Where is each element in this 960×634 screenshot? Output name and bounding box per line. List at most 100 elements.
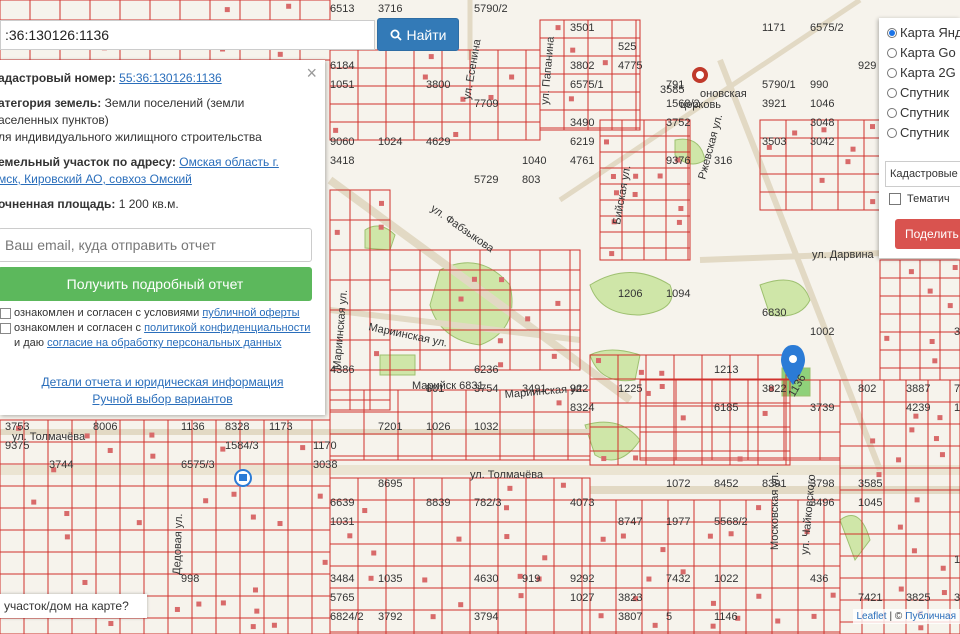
building xyxy=(676,219,682,225)
parcel-number: 1136 xyxy=(181,421,205,433)
building xyxy=(762,410,768,416)
building xyxy=(300,445,306,451)
building xyxy=(632,191,638,197)
search-button[interactable]: Найти xyxy=(377,18,459,51)
building xyxy=(271,622,277,628)
manual-selection-link[interactable]: Ручной выбор вариантов xyxy=(0,392,325,406)
parcel-number: 3418 xyxy=(330,155,354,167)
parcel-number: 3800 xyxy=(426,79,450,91)
layer-radio[interactable] xyxy=(887,87,897,98)
search-box[interactable] xyxy=(0,20,375,50)
parcel-number: 7432 xyxy=(666,573,690,585)
parcel-number: 6575/3 xyxy=(181,459,215,471)
layer-option[interactable]: Спутник xyxy=(887,105,949,120)
layer-radio[interactable] xyxy=(887,107,897,118)
parcel-number: 4761 xyxy=(570,155,594,167)
building xyxy=(453,131,459,137)
layer-option[interactable]: Спутник xyxy=(887,125,949,140)
building xyxy=(609,251,615,257)
area-row: очненная площадь: 1 200 кв.м. xyxy=(0,196,308,213)
land-category-row: атегория земель: Земли поселений (земли xyxy=(0,95,308,112)
building xyxy=(678,206,684,212)
building xyxy=(896,457,902,463)
building xyxy=(652,622,658,628)
bus-stop-icon xyxy=(234,469,252,487)
layer-radio[interactable] xyxy=(887,67,897,78)
parcel-number: 7201 xyxy=(378,421,402,433)
building xyxy=(374,351,380,357)
parcel-number: 1170 xyxy=(313,440,337,452)
close-icon[interactable]: × xyxy=(306,63,317,84)
building xyxy=(422,577,428,583)
share-button[interactable]: Поделить xyxy=(895,219,960,249)
building xyxy=(756,505,762,511)
building xyxy=(570,47,576,53)
public-offer-link[interactable]: публичной оферты xyxy=(202,307,299,319)
layer-radio[interactable] xyxy=(887,47,897,58)
data-processing-link[interactable]: согласие на обработку персональных данны… xyxy=(47,337,281,349)
address-row: емельный участок по адресу: Омская облас… xyxy=(0,154,308,171)
parcel-number: 6236 xyxy=(474,364,498,376)
parcel-number: 3887 xyxy=(906,383,930,395)
building xyxy=(568,96,574,102)
offer-consent-label: ознакомлен и согласен с условиями xyxy=(14,307,200,319)
address-link-1[interactable]: Омская область г. xyxy=(179,155,279,169)
address-link-2[interactable]: мск, Кировский АО, совхоз Омский xyxy=(0,172,192,186)
building xyxy=(220,600,226,606)
get-report-button[interactable]: Получить подробный отчет xyxy=(0,267,312,301)
cadastral-layer-select[interactable]: Кадастровые xyxy=(885,161,960,187)
parcel-number: 8452 xyxy=(714,478,738,490)
building xyxy=(525,316,531,322)
layer-option[interactable]: Карта Go xyxy=(887,45,956,60)
parcel-number: 3047 xyxy=(954,326,960,338)
question-banner[interactable]: участок/дом на карте? xyxy=(0,594,147,618)
building xyxy=(756,593,762,599)
building xyxy=(507,485,513,491)
parcel-number: 1584/3 xyxy=(225,440,259,452)
building xyxy=(322,559,328,565)
privacy-checkbox[interactable] xyxy=(0,323,11,334)
layer-option[interactable]: Спутник xyxy=(887,85,949,100)
privacy-policy-link[interactable]: политикой конфиденциальности xyxy=(144,322,310,334)
building xyxy=(64,511,70,517)
thematic-checkbox[interactable] xyxy=(889,193,901,205)
parcel-number: 8328 xyxy=(225,421,249,433)
parcel-number: 3802 xyxy=(570,60,594,72)
cadastral-number-link[interactable]: 55:36:130126:1136 xyxy=(119,71,222,85)
layer-option[interactable]: Карта Янд xyxy=(887,25,960,40)
address-label: емельный участок по адресу: xyxy=(0,155,176,169)
building xyxy=(497,338,503,344)
parcel-number: 3716 xyxy=(378,3,402,15)
building xyxy=(909,427,915,433)
offer-consent[interactable]: ознакомлен и согласен с условиями публич… xyxy=(0,306,315,321)
thematic-toggle[interactable]: Тематич xyxy=(889,193,950,205)
parcel-number: 4629 xyxy=(426,136,450,148)
building xyxy=(660,547,666,553)
privacy-consent[interactable]: ознакомлен и согласен с политикой конфид… xyxy=(0,321,315,351)
privacy-consent-tail: и даю xyxy=(14,337,44,349)
public-map-link[interactable]: Публичная xyxy=(905,611,956,622)
email-field[interactable]: Ваш email, куда отправить отчет xyxy=(0,228,312,262)
building xyxy=(277,521,283,527)
parcel-info-panel: × адастровый номер: 55:36:130126:1136 ат… xyxy=(0,60,325,415)
layer-option[interactable]: Карта 2G xyxy=(887,65,956,80)
report-details-link[interactable]: Детали отчета и юридическая информация xyxy=(0,375,325,389)
layer-radio[interactable] xyxy=(887,127,897,138)
parcel-number: 6575/2 xyxy=(810,22,844,34)
street-name: ул. Дарвина xyxy=(812,249,875,261)
leaflet-link[interactable]: Leaflet xyxy=(857,611,887,622)
search-icon xyxy=(390,29,402,41)
thematic-label: Тематич xyxy=(907,193,950,205)
building xyxy=(918,625,924,631)
building xyxy=(845,159,851,165)
building xyxy=(908,269,914,275)
building xyxy=(150,453,156,459)
building xyxy=(596,358,602,364)
parcel-number: 9060 xyxy=(330,136,354,148)
cadastral-search-input[interactable] xyxy=(1,21,374,49)
layer-radio[interactable] xyxy=(887,27,897,38)
parcel-number: 3490 xyxy=(570,117,594,129)
building xyxy=(633,173,639,179)
map-attribution: Leaflet | © Публичная xyxy=(852,609,960,624)
offer-checkbox[interactable] xyxy=(0,308,11,319)
